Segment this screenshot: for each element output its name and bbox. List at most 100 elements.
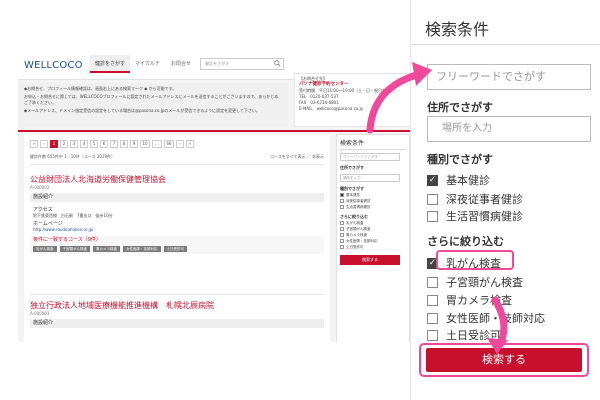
pager-page[interactable]: 3 bbox=[70, 140, 78, 148]
narrow-option[interactable]: 女性医師・技師対応 bbox=[427, 310, 545, 326]
facility-card: 独立行政法人地域医療機能推進機構 札幌北辰病院 A-000003 施設紹介 bbox=[30, 294, 324, 342]
checkbox[interactable] bbox=[340, 239, 344, 243]
course-tags: 乳がん検査 子宮頸がん検査 胃カメラ検査 女性医師・技師対応 土日受診可 bbox=[30, 244, 324, 254]
sidebar-free-input[interactable]: フリーワードでさがす bbox=[340, 153, 400, 161]
results-area: « ‹ 1 2 3 4 5 6 7 8 9 10 ... 66 › » 健診件数… bbox=[24, 134, 330, 342]
checkbox[interactable] bbox=[340, 227, 344, 231]
pager-page[interactable]: 4 bbox=[80, 140, 88, 148]
narrow-option[interactable]: 子宮頸がん検査 bbox=[427, 274, 523, 290]
section-header: 施設紹介 bbox=[30, 319, 324, 328]
nav-my-chart[interactable]: マイカルテ bbox=[130, 55, 165, 73]
website-screenshot: WELLCOCO 健診をさがす マイカルテ お問合せ 健診をさがす ◆お問合せ、… bbox=[18, 50, 416, 342]
pager-page[interactable]: 10 bbox=[140, 140, 150, 148]
checkbox[interactable] bbox=[427, 193, 438, 205]
type-option[interactable]: 生活習慣病健診 bbox=[427, 208, 523, 224]
sidebar-addr-input[interactable]: 場所を入力 bbox=[340, 174, 400, 182]
checkbox[interactable] bbox=[427, 329, 438, 341]
option-label: 土日受診可 bbox=[446, 329, 501, 342]
pager-ellipsis: ... bbox=[152, 140, 162, 148]
option-label: 基本健診 bbox=[446, 174, 490, 187]
breast-cancer-highlight bbox=[436, 250, 514, 270]
checkbox[interactable] bbox=[340, 221, 344, 225]
type-option[interactable]: 基本健診 bbox=[427, 172, 490, 188]
option-label: 深夜従事者健診 bbox=[446, 193, 523, 206]
access-text: 地下鉄東西線 白石駅 7番出口 徒歩10分 bbox=[33, 213, 113, 218]
course-tag: 土日受診可 bbox=[163, 246, 187, 252]
checkbox[interactable] bbox=[340, 245, 344, 249]
panel-title: 検索条件 bbox=[425, 20, 490, 39]
facility-id: A-000002 bbox=[30, 185, 50, 190]
facility-title[interactable]: 公益財団法人北海道労働保健管理協会 bbox=[30, 175, 324, 185]
pager-page[interactable]: 6 bbox=[100, 140, 108, 148]
checkbox[interactable] bbox=[340, 199, 344, 203]
divider bbox=[411, 44, 600, 45]
pager-page[interactable]: 2 bbox=[60, 140, 68, 148]
checkbox[interactable] bbox=[427, 294, 438, 306]
narrow-option[interactable]: 胃カメラ検査 bbox=[427, 292, 512, 308]
sidebar-title: 検索条件 bbox=[340, 138, 406, 150]
narrow-option[interactable]: 土日受診可 bbox=[427, 327, 501, 343]
checkbox[interactable] bbox=[427, 276, 438, 288]
option-label: 生活習慣病健診 bbox=[346, 205, 371, 209]
contact-email: E-MAIL wellcoco@pasona.co.jp bbox=[299, 106, 364, 111]
search-sidebar: 検索条件 フリーワードでさがす 住所でさがす 場所を入力 種別でさがす 基本健診… bbox=[336, 134, 410, 342]
matching-courses[interactable]: 条件に一致するコース（9件） bbox=[30, 236, 324, 244]
pager-prev[interactable]: ‹ bbox=[40, 140, 48, 148]
sidebar-addr-label: 住所でさがす bbox=[340, 165, 364, 170]
section-header: 施設紹介 bbox=[30, 193, 324, 202]
notice-box: ◆お問合せ、プロフィール情報確認は、画面右上にある検索マーク ◆ から可能です。… bbox=[18, 83, 288, 127]
sidebar-kind-option[interactable]: 生活習慣病健診 bbox=[340, 204, 406, 210]
pager-page[interactable]: 7 bbox=[110, 140, 118, 148]
address-label: 住所でさがす bbox=[427, 101, 493, 114]
facility-id: A-000003 bbox=[30, 311, 50, 316]
site-search-input[interactable]: 健診をさがす bbox=[200, 58, 284, 70]
checkbox-checked[interactable] bbox=[427, 174, 438, 186]
search-icon[interactable] bbox=[274, 60, 281, 67]
sidebar-search-button[interactable]: 検索する bbox=[340, 255, 400, 265]
pager-page[interactable]: 66 bbox=[164, 140, 174, 148]
result-count: 健診件数 655件中 1 - 10件（コース 3029件） bbox=[30, 154, 116, 159]
pager-last[interactable]: » bbox=[186, 140, 194, 148]
pager-first[interactable]: « bbox=[30, 140, 38, 148]
type-option[interactable]: 深夜従事者健診 bbox=[427, 191, 523, 207]
option-label: 生活習慣病健診 bbox=[446, 210, 523, 223]
checkbox[interactable] bbox=[427, 210, 438, 222]
notice-line: ◆メールアドレス、ドメイン指定受信の設定をしている場合は@pasona.co.j… bbox=[24, 108, 261, 113]
notice-line: ◆お問合せ、プロフィール情報確認は、画面右上にある検索マーク ◆ から可能です。 bbox=[24, 86, 177, 91]
option-label: 胃カメラ検査 bbox=[446, 294, 512, 307]
pagination: « ‹ 1 2 3 4 5 6 7 8 9 10 ... 66 › » bbox=[30, 140, 194, 148]
option-label: 女性医師・技師対応 bbox=[446, 312, 545, 325]
notice-line: お申込・お問合せに際しては、WELLCOCOプロフィールに設定されたメールアドレ… bbox=[24, 94, 279, 105]
search-button[interactable]: 検索する bbox=[426, 348, 582, 372]
sidebar-more-option[interactable]: 土日受診可 bbox=[340, 244, 406, 250]
address-input[interactable]: 場所を入力 bbox=[427, 116, 591, 142]
pager-page[interactable]: 9 bbox=[130, 140, 138, 148]
option-label: 子宮頸がん検査 bbox=[446, 276, 523, 289]
course-tag: 子宮頸がん検査 bbox=[59, 246, 90, 252]
checkbox[interactable] bbox=[340, 233, 344, 237]
facility-details: アクセス 地下鉄東西線 白石駅 7番出口 徒歩10分 ホームページ http:/… bbox=[30, 202, 324, 236]
checkbox[interactable] bbox=[340, 193, 344, 197]
nav-search-checkup[interactable]: 健診をさがす bbox=[90, 55, 131, 73]
wellcoco-logo[interactable]: WELLCOCO bbox=[24, 60, 83, 71]
course-tag: 女性医師・技師対応 bbox=[123, 246, 161, 252]
checkbox[interactable] bbox=[340, 205, 344, 209]
pager-page[interactable]: 5 bbox=[90, 140, 98, 148]
pager-page[interactable]: 8 bbox=[120, 140, 128, 148]
course-tag: 乳がん検査 bbox=[33, 246, 57, 252]
type-label: 種別でさがす bbox=[427, 153, 493, 166]
pager-next[interactable]: › bbox=[176, 140, 184, 148]
zoomed-search-panel: 検索条件 フリーワードでさがす 住所でさがす 場所を入力 種別でさがす 基本健診… bbox=[410, 0, 600, 400]
free-word-input[interactable]: フリーワードでさがす bbox=[427, 64, 591, 90]
contact-box: 【お問合せ先】 パソナ健診予約センター 受付時間 平日11:00〜19:00（土… bbox=[294, 73, 416, 127]
narrow-down-label: さらに絞り込む bbox=[427, 235, 504, 248]
checkbox[interactable] bbox=[427, 312, 438, 324]
facility-card: 公益財団法人北海道労働保健管理協会 A-000002 施設紹介 アクセス 地下鉄… bbox=[30, 164, 324, 288]
toggle-courses-link[interactable]: コースをすべて表示 ／ 非表示 bbox=[270, 154, 324, 160]
homepage-link[interactable]: http://www.roudouhoken.or.jp/ bbox=[33, 227, 321, 233]
nav-contact[interactable]: お問合せ bbox=[166, 55, 196, 73]
course-tag: 胃カメラ検査 bbox=[93, 246, 120, 252]
divider bbox=[18, 130, 416, 132]
facility-title[interactable]: 独立行政法人地域医療機能推進機構 札幌北辰病院 bbox=[30, 301, 324, 311]
pager-page[interactable]: 1 bbox=[50, 140, 58, 148]
